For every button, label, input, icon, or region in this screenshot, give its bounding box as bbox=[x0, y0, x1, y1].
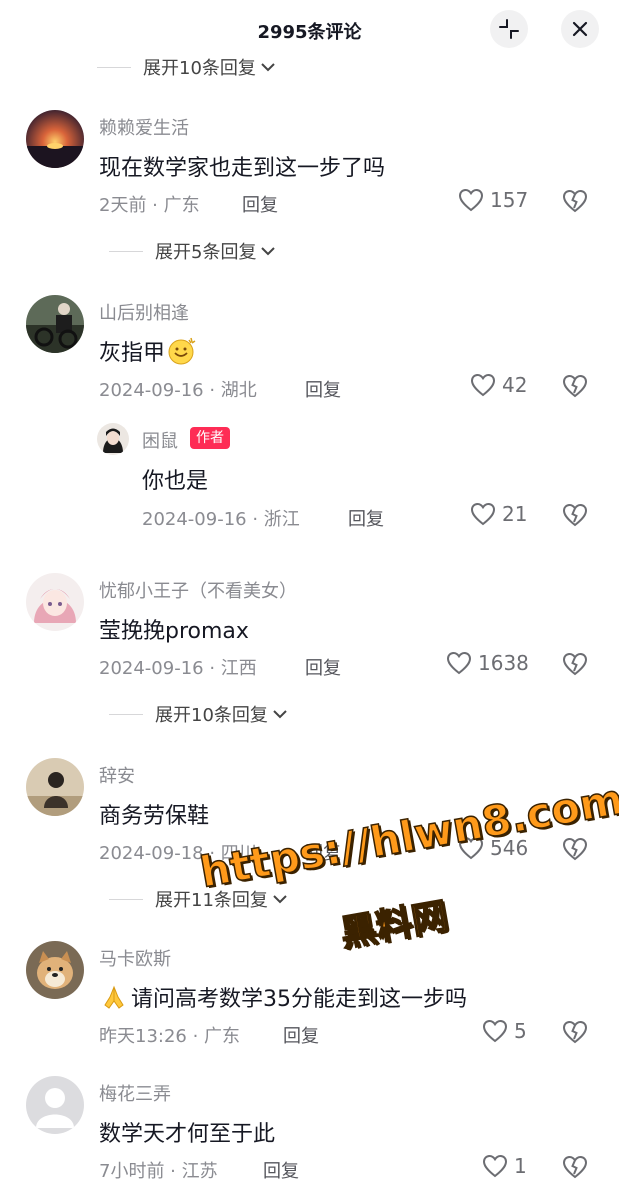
heart-icon bbox=[470, 373, 496, 397]
username[interactable]: 辞安 bbox=[99, 762, 135, 788]
username[interactable]: 困鼠 bbox=[142, 427, 178, 453]
comment-text: 数学天才何至于此 bbox=[99, 1122, 276, 1147]
like-button[interactable]: 157 bbox=[458, 188, 528, 212]
expand-replies-button[interactable]: 展开10条回复 bbox=[97, 54, 276, 80]
expand-replies-label: 展开5条回复 bbox=[155, 242, 257, 263]
expand-replies-label: 展开10条回复 bbox=[143, 58, 256, 79]
avatar[interactable] bbox=[26, 941, 84, 999]
avatar[interactable] bbox=[97, 423, 129, 455]
close-icon bbox=[572, 21, 588, 37]
expand-replies-button[interactable]: 展开10条回复 bbox=[109, 701, 288, 727]
comment-meta: 7小时前 · 江苏 bbox=[99, 1161, 218, 1182]
watermark-url: https://hlwn8.com bbox=[196, 774, 619, 898]
broken-heart-icon bbox=[562, 1155, 588, 1179]
heart-icon bbox=[470, 502, 496, 526]
avatar[interactable] bbox=[26, 295, 84, 353]
dislike-button[interactable] bbox=[562, 1155, 588, 1183]
chevron-down-icon bbox=[272, 708, 288, 720]
heart-icon bbox=[446, 651, 472, 675]
close-button[interactable] bbox=[561, 10, 599, 48]
reply-button[interactable]: 回复 bbox=[348, 505, 384, 531]
dislike-button[interactable] bbox=[562, 837, 588, 865]
like-button[interactable]: 1 bbox=[482, 1154, 527, 1178]
comment-meta: 2024-09-16 · 江西 bbox=[99, 658, 257, 679]
divider-line bbox=[97, 66, 131, 68]
username[interactable]: 忧郁小王子（不看美女） bbox=[99, 577, 297, 603]
avatar[interactable] bbox=[26, 110, 84, 168]
like-count: 21 bbox=[502, 502, 528, 526]
collapse-icon bbox=[499, 19, 519, 39]
dislike-button[interactable] bbox=[562, 652, 588, 680]
dislike-button[interactable] bbox=[562, 189, 588, 217]
chevron-down-icon bbox=[260, 245, 276, 257]
avatar[interactable] bbox=[26, 1076, 84, 1134]
username[interactable]: 山后别相逢 bbox=[99, 299, 189, 325]
like-count: 1 bbox=[514, 1154, 527, 1178]
comment-text: 灰指甲 bbox=[99, 335, 197, 367]
broken-heart-icon bbox=[562, 1020, 588, 1044]
like-count: 42 bbox=[502, 373, 528, 397]
avatar[interactable] bbox=[26, 758, 84, 816]
like-count: 157 bbox=[490, 188, 529, 212]
dislike-button[interactable] bbox=[562, 374, 588, 402]
comment-meta: 2024-09-16 · 浙江 bbox=[142, 509, 300, 530]
reply-button[interactable]: 回复 bbox=[242, 191, 278, 217]
divider-line bbox=[109, 713, 143, 715]
like-count: 5 bbox=[514, 1019, 527, 1043]
chevron-down-icon bbox=[272, 893, 288, 905]
pray-hands-emoji-icon bbox=[99, 983, 129, 1011]
broken-heart-icon bbox=[562, 652, 588, 676]
comment-meta: 2024-09-16 · 湖北 bbox=[99, 380, 257, 401]
dislike-button[interactable] bbox=[562, 503, 588, 531]
comment-meta: 昨天13:26 · 广东 bbox=[99, 1026, 241, 1047]
broken-heart-icon bbox=[562, 503, 588, 527]
comment-text: 你也是 bbox=[142, 469, 209, 494]
reply-button[interactable]: 回复 bbox=[305, 654, 341, 680]
like-count: 1638 bbox=[478, 651, 529, 675]
username[interactable]: 马卡欧斯 bbox=[99, 945, 171, 971]
collapse-button[interactable] bbox=[490, 10, 528, 48]
broken-heart-icon bbox=[562, 189, 588, 213]
reply-button[interactable]: 回复 bbox=[283, 1022, 319, 1048]
like-button[interactable]: 5 bbox=[482, 1019, 527, 1043]
heart-icon bbox=[482, 1154, 508, 1178]
divider-line bbox=[109, 898, 143, 900]
like-button[interactable]: 42 bbox=[470, 373, 527, 397]
comment-text: 莹挽挽promax bbox=[99, 619, 249, 644]
comment-text: 请问高考数学35分能走到这一步吗 bbox=[99, 981, 467, 1013]
comment-text: 现在数学家也走到这一步了吗 bbox=[99, 156, 386, 181]
heart-icon bbox=[482, 1019, 508, 1043]
comment-text-content: 灰指甲 bbox=[99, 341, 166, 366]
like-button[interactable]: 1638 bbox=[446, 651, 529, 675]
author-badge: 作者 bbox=[190, 427, 230, 449]
watermark-name: 黑料网 bbox=[337, 895, 452, 956]
expand-replies-button[interactable]: 展开11条回复 bbox=[109, 886, 288, 912]
expand-replies-label: 展开10条回复 bbox=[155, 705, 268, 726]
username[interactable]: 梅花三弄 bbox=[99, 1080, 171, 1106]
chevron-down-icon bbox=[260, 61, 276, 73]
reply-button[interactable]: 回复 bbox=[305, 376, 341, 402]
comment-text-content: 请问高考数学35分能走到这一步吗 bbox=[131, 987, 467, 1012]
smile-emoji-icon bbox=[167, 336, 197, 366]
broken-heart-icon bbox=[562, 837, 588, 861]
comment-text: 商务劳保鞋 bbox=[99, 804, 210, 829]
reply-button[interactable]: 回复 bbox=[263, 1157, 299, 1183]
heart-icon bbox=[458, 188, 484, 212]
comment-meta: 2天前 · 广东 bbox=[99, 195, 200, 216]
like-button[interactable]: 21 bbox=[470, 502, 527, 526]
username[interactable]: 赖赖爱生活 bbox=[99, 114, 189, 140]
avatar[interactable] bbox=[26, 573, 84, 631]
broken-heart-icon bbox=[562, 374, 588, 398]
divider-line bbox=[109, 250, 143, 252]
expand-replies-button[interactable]: 展开5条回复 bbox=[109, 238, 276, 264]
comments-header: 2995条评论 bbox=[0, 0, 619, 58]
dislike-button[interactable] bbox=[562, 1020, 588, 1048]
